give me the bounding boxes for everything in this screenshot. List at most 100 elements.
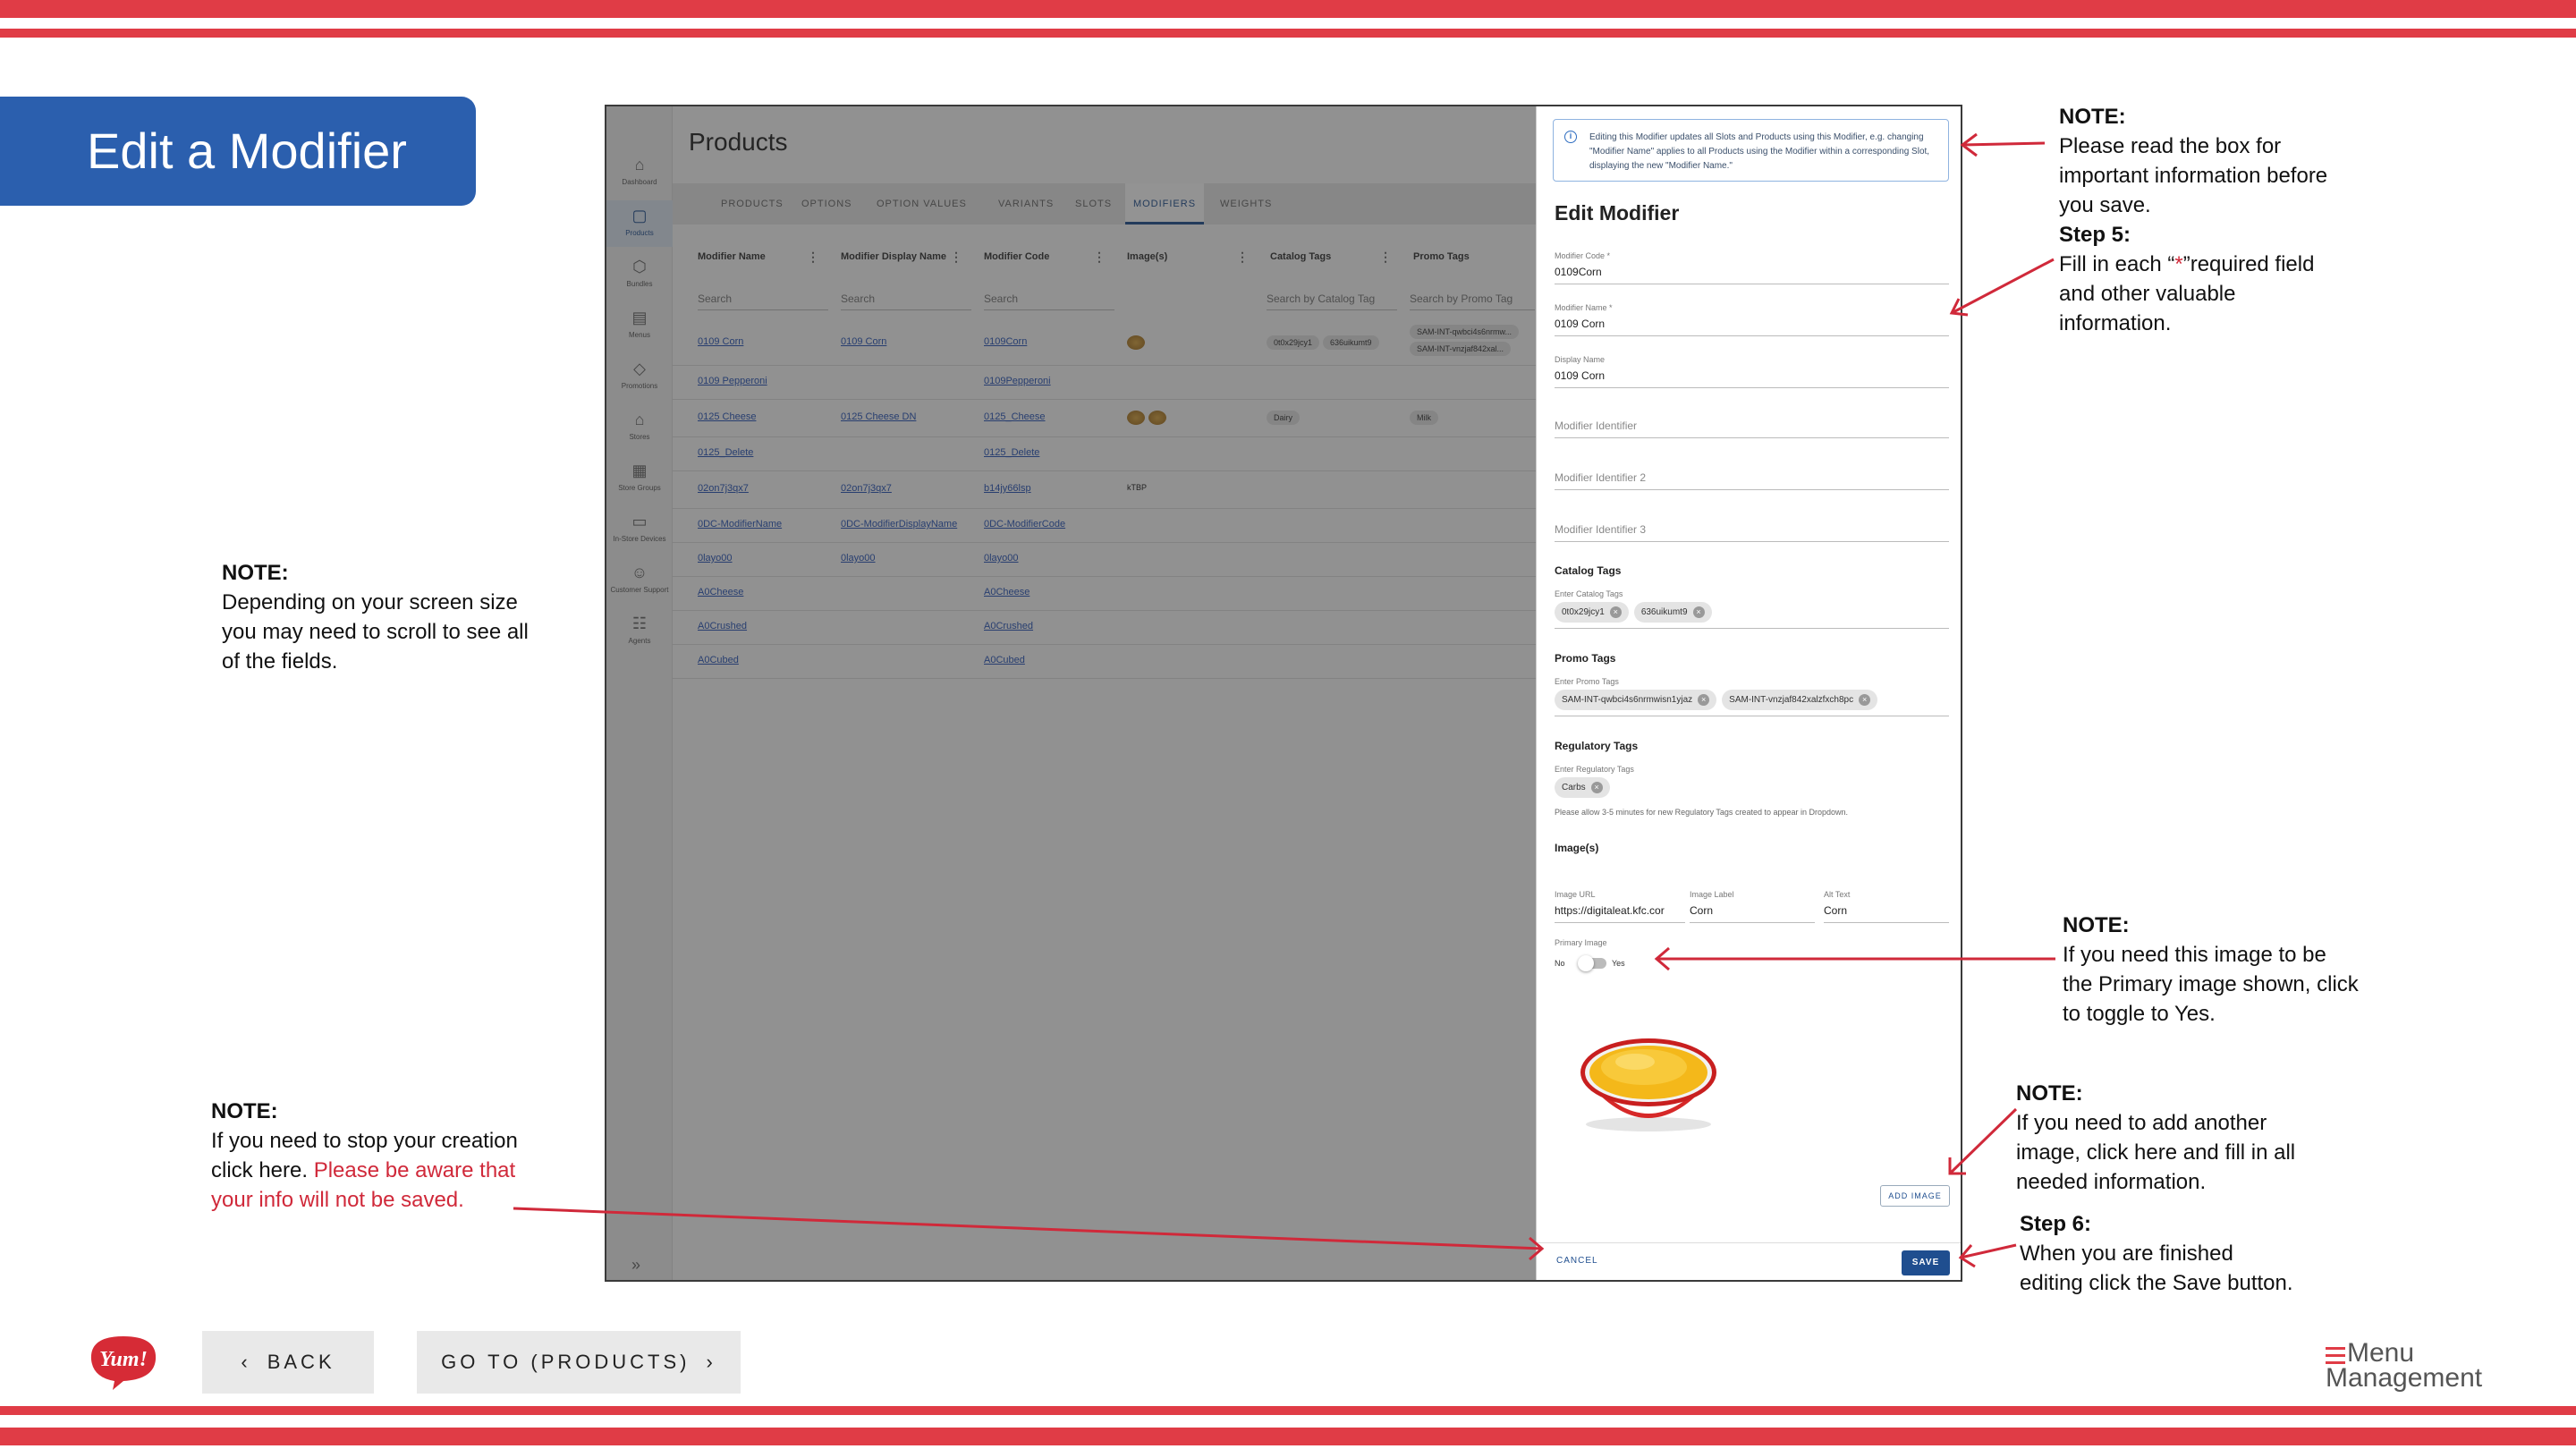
- note-line: editing click the Save button.: [2020, 1271, 2293, 1295]
- chip-remove-icon[interactable]: ×: [1859, 694, 1871, 706]
- field-label: Modifier Code *: [1555, 251, 1611, 260]
- note-primary-image: NOTE: If you need this image to be the P…: [2063, 911, 2359, 1029]
- note-line: to toggle to Yes.: [2063, 1002, 2216, 1026]
- regulatory-tags-input[interactable]: Enter Regulatory Tags Carbs ×: [1555, 765, 1949, 804]
- note-info-box: NOTE: Please read the box for important …: [2059, 102, 2327, 220]
- promo-tags-input[interactable]: Enter Promo Tags SAM-INT-qwbci4s6nrmwisn…: [1555, 677, 1949, 716]
- display-name-field[interactable]: Display Name 0109 Corn: [1555, 355, 1949, 388]
- field-value: Corn: [1824, 904, 1848, 917]
- field-placeholder: Modifier Identifier 2: [1555, 471, 1647, 484]
- field-label: Enter Regulatory Tags: [1555, 765, 1634, 774]
- note-line: needed information.: [2016, 1170, 2207, 1194]
- add-image-button[interactable]: ADD IMAGE: [1880, 1185, 1950, 1207]
- arrow-info-box: [1960, 132, 2046, 157]
- field-label: Image Label: [1690, 890, 1734, 899]
- note-line: ”required field: [2182, 252, 2315, 276]
- catalog-tag-chip: 636uikumt9 ×: [1633, 602, 1712, 623]
- field-label: Modifier Name *: [1555, 303, 1613, 312]
- note-scroll: NOTE: Depending on your screen size you …: [222, 558, 529, 676]
- required-star: *: [2174, 252, 2183, 276]
- field-label: Display Name: [1555, 355, 1606, 364]
- note-line: If you need this image to be: [2063, 943, 2326, 967]
- primary-image-toggle[interactable]: [1578, 955, 1606, 971]
- note-step6: Step 6: When you are finished editing cl…: [2020, 1209, 2293, 1298]
- info-text: Editing this Modifier updates all Slots …: [1589, 132, 1930, 171]
- note-heading: NOTE:: [211, 1099, 278, 1123]
- promo-tag-chip: SAM-INT-qwbci4s6nrmwisn1yjaz ×: [1555, 690, 1717, 710]
- note-step5: Step 5: Fill in each “*”required field a…: [2059, 220, 2314, 338]
- image-label-field[interactable]: Image Label Corn: [1690, 890, 1815, 923]
- note-line: and other valuable: [2059, 282, 2236, 306]
- note-warning: Please be aware that: [313, 1158, 516, 1182]
- page-title: Edit a Modifier: [87, 123, 407, 179]
- menu-management-logo: Menu Management: [2326, 1340, 2487, 1397]
- bottom-stripe-1: [0, 1406, 2576, 1415]
- chip-remove-icon[interactable]: ×: [1698, 694, 1710, 706]
- bottom-stripe-2: [0, 1428, 2576, 1445]
- note-line: When you are finished: [2020, 1241, 2233, 1266]
- note-line: of the fields.: [222, 649, 338, 674]
- drawer-footer: CANCEL SAVE: [1537, 1242, 1961, 1280]
- field-value: 0109 Corn: [1555, 318, 1606, 330]
- chip-remove-icon[interactable]: ×: [1692, 606, 1705, 618]
- chip-remove-icon[interactable]: ×: [1609, 606, 1622, 618]
- note-line: If you need to stop your creation: [211, 1129, 518, 1153]
- field-label: Enter Catalog Tags: [1555, 589, 1623, 598]
- note-heading: NOTE:: [2016, 1081, 2083, 1106]
- modal-overlay[interactable]: [606, 106, 1536, 1280]
- chip-label: SAM-INT-vnzjaf842xalzfxch8pc: [1729, 695, 1854, 705]
- back-label: BACK: [267, 1351, 335, 1373]
- step-heading: Step 6:: [2020, 1212, 2092, 1236]
- info-box: i Editing this Modifier updates all Slot…: [1553, 119, 1949, 182]
- note-heading: NOTE:: [2063, 913, 2130, 937]
- info-icon: i: [1564, 131, 1577, 143]
- note-heading: NOTE:: [222, 561, 289, 585]
- yum-logo: Yum!: [90, 1336, 157, 1390]
- modifier-identifier-2-field[interactable]: Modifier Identifier 2: [1555, 471, 1949, 490]
- modifier-identifier-field[interactable]: Modifier Identifier: [1555, 419, 1949, 438]
- arrow-save: [1958, 1243, 2017, 1268]
- field-value: Corn: [1690, 904, 1714, 917]
- note-line: If you need to add another: [2016, 1111, 2267, 1135]
- promo-tag-chip: SAM-INT-vnzjaf842xalzfxch8pc ×: [1722, 690, 1878, 710]
- catalog-tags-heading: Catalog Tags: [1555, 564, 1622, 577]
- field-label: Alt Text: [1824, 890, 1851, 899]
- note-line: important information before: [2059, 164, 2328, 188]
- chip-label: SAM-INT-qwbci4s6nrmwisn1yjaz: [1562, 695, 1693, 705]
- step-heading: Step 5:: [2059, 223, 2131, 247]
- note-add-image: NOTE: If you need to add another image, …: [2016, 1079, 2295, 1197]
- note-line: you save.: [2059, 193, 2151, 217]
- note-line: image, click here and fill in all: [2016, 1140, 2296, 1165]
- note-line: information.: [2059, 311, 2172, 335]
- regulatory-hint: Please allow 3-5 minutes for new Regulat…: [1555, 808, 1849, 817]
- toggle-yes-label: Yes: [1612, 959, 1625, 968]
- yum-logo-text: Yum!: [99, 1348, 148, 1371]
- catalog-tags-input[interactable]: Enter Catalog Tags 0t0x29jcy1 × 636uikumt9…: [1555, 589, 1949, 629]
- modifier-identifier-3-field[interactable]: Modifier Identifier 3: [1555, 523, 1949, 542]
- cancel-button[interactable]: CANCEL: [1556, 1256, 1598, 1266]
- regulatory-tags-heading: Regulatory Tags: [1555, 740, 1639, 752]
- note-line: Please read the box for: [2059, 134, 2282, 158]
- back-button[interactable]: ‹ BACK: [202, 1331, 374, 1394]
- go-to-products-button[interactable]: GO TO (PRODUCTS) ›: [417, 1331, 741, 1394]
- note-line: the Primary image shown, click: [2063, 972, 2359, 996]
- modifier-code-field[interactable]: Modifier Code * 0109Corn: [1555, 251, 1949, 284]
- app-screenshot: ⌂Dashboard▢Products⬡Bundles▤Menus◇Promot…: [605, 105, 1962, 1282]
- toggle-no-label: No: [1555, 959, 1565, 968]
- primary-image-label: Primary Image: [1555, 938, 1607, 947]
- note-line: click here.: [211, 1158, 314, 1182]
- alt-text-field[interactable]: Alt Text Corn: [1824, 890, 1949, 923]
- save-button[interactable]: SAVE: [1902, 1250, 1950, 1275]
- regulatory-tag-chip: Carbs ×: [1555, 777, 1610, 798]
- note-line: you may need to scroll to see all: [222, 620, 529, 644]
- products-app: ⌂Dashboard▢Products⬡Bundles▤Menus◇Promot…: [606, 106, 1536, 1280]
- note-line: Fill in each “: [2059, 252, 2175, 276]
- chip-remove-icon[interactable]: ×: [1590, 782, 1603, 793]
- go-to-label: GO TO (PRODUCTS): [441, 1351, 691, 1373]
- edit-modifier-drawer: i Editing this Modifier updates all Slot…: [1536, 106, 1961, 1280]
- logo-text-management: Management: [2326, 1363, 2483, 1393]
- promo-tags-heading: Promo Tags: [1555, 652, 1616, 665]
- image-url-field[interactable]: Image URL https://digitaleat.kfc.cor: [1555, 890, 1685, 923]
- modifier-name-field[interactable]: Modifier Name * 0109 Corn: [1555, 303, 1949, 336]
- note-line: Depending on your screen size: [222, 590, 518, 614]
